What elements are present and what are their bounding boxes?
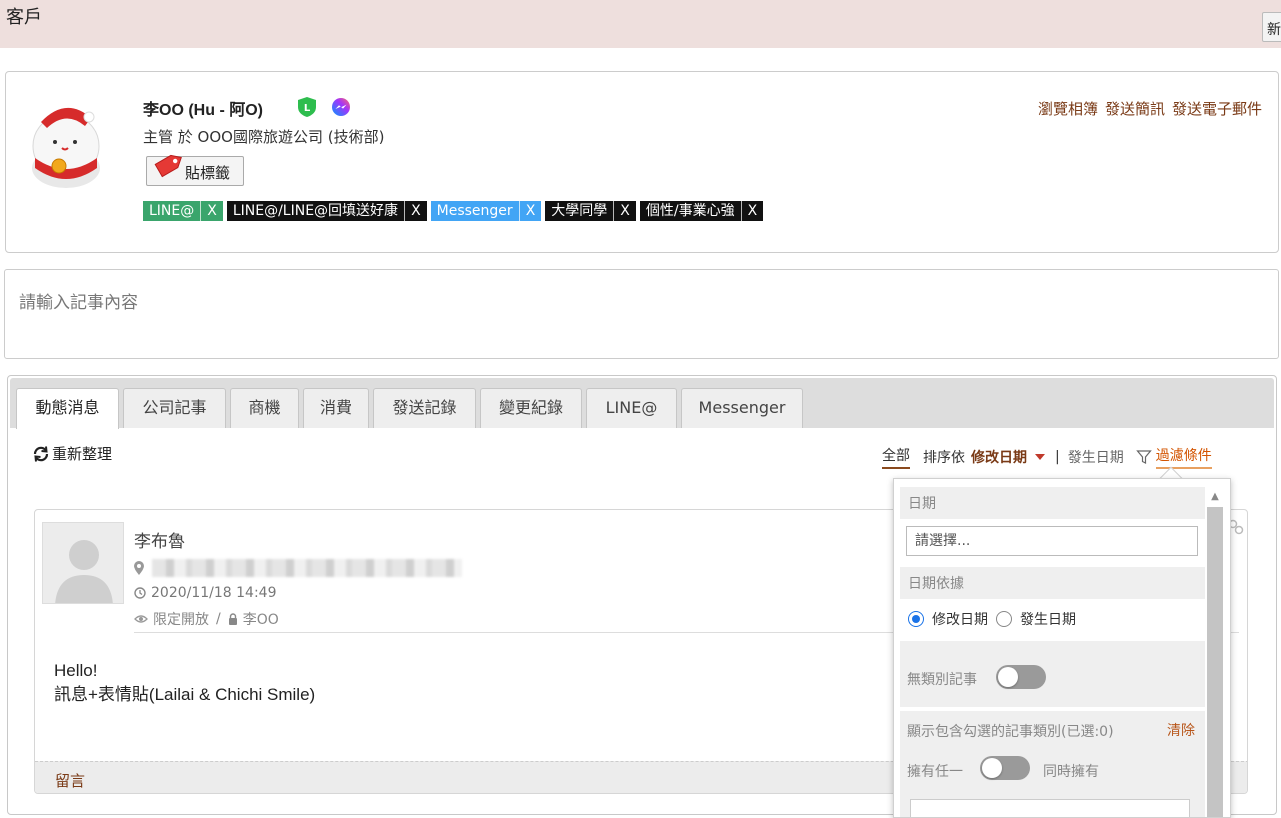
refresh-icon	[33, 445, 49, 462]
tag-chip: LINE@ X	[143, 201, 223, 221]
date-basis-options: 修改日期 發生日期	[908, 609, 1076, 629]
tag-chip: Messenger X	[430, 201, 542, 221]
category-section: 顯示包含勾選的記事類別(已選:0) 清除 擁有任一 同時擁有	[900, 711, 1205, 817]
clear-categories-link[interactable]: 清除	[1167, 720, 1195, 740]
browse-album-link[interactable]: 瀏覽相簿	[1038, 100, 1098, 118]
match-all-label: 同時擁有	[1043, 764, 1099, 780]
tab-line[interactable]: LINE@	[586, 388, 677, 428]
add-tag-button[interactable]: 貼標籤	[146, 154, 244, 186]
sort-bar: 全部 排序依 修改日期 | 發生日期 過濾條件	[882, 445, 1212, 469]
tag-chip-label: Messenger	[436, 203, 513, 219]
caret-down-icon[interactable]	[1035, 454, 1045, 460]
refresh-label: 重新整理	[52, 445, 113, 463]
svg-text:L: L	[304, 103, 311, 114]
date-label: 日期	[908, 496, 936, 512]
radio-occurred-date[interactable]	[996, 611, 1012, 627]
remove-tag-button[interactable]: X	[404, 201, 427, 221]
profile-actions: 瀏覽相簿 發送簡訊 發送電子郵件	[1031, 98, 1262, 119]
customer-name: 李OO (Hu - 阿O)	[143, 102, 263, 119]
tab-purchases[interactable]: 消費	[303, 388, 369, 428]
send-sms-link[interactable]: 發送簡訊	[1105, 100, 1165, 118]
remove-tag-button[interactable]: X	[740, 201, 764, 221]
post-body: Hello! 訊息+表情貼(Lailai & Chichi Smile)	[54, 659, 315, 707]
filter-panel-scrollbar[interactable]	[1207, 507, 1223, 817]
tag-chip-label: 大學同學	[551, 203, 608, 219]
note-input[interactable]	[5, 270, 1278, 358]
tab-send-records[interactable]: 發送記錄	[373, 388, 476, 428]
radio-modified-label: 修改日期	[932, 612, 988, 628]
location-pin-icon	[134, 561, 144, 575]
tag-chip-label: LINE@	[149, 203, 195, 219]
top-bar	[0, 0, 1281, 48]
filter-funnel-icon[interactable]	[1135, 449, 1152, 465]
profile-card: 李OO (Hu - 阿O) L 主管 於 OOO國際旅遊公司 (技術部) 貼標籤…	[5, 71, 1279, 253]
sort-separator: |	[1055, 449, 1060, 465]
line-shield-icon[interactable]: L	[297, 96, 317, 118]
post-author-name: 李布魯	[134, 532, 185, 552]
lock-icon	[228, 613, 237, 625]
no-category-label: 無類別記事	[907, 672, 977, 688]
price-tag-icon	[154, 154, 182, 178]
blurred-location-text	[152, 559, 462, 577]
date-select-input[interactable]	[906, 526, 1198, 556]
tag-chip: 大學同學 X	[545, 201, 636, 221]
tab-news[interactable]: 動態消息	[16, 388, 119, 429]
radio-modified-date[interactable]	[908, 611, 924, 627]
post-body-line: Hello!	[54, 661, 98, 680]
radio-occurred-label: 發生日期	[1020, 612, 1076, 628]
tab-opportunities[interactable]: 商機	[230, 388, 299, 428]
date-basis-label: 日期依據	[908, 576, 964, 592]
post-author-avatar	[42, 522, 124, 604]
eye-icon	[134, 615, 148, 623]
no-category-section: 無類別記事	[900, 641, 1205, 707]
post-time-text: 2020/11/18 14:49	[151, 585, 277, 601]
match-mode-toggle[interactable]	[980, 756, 1030, 780]
tag-chips: LINE@ X LINE@/LINE@回填送好康 X Messenger X 大學同學…	[143, 201, 764, 221]
post-timestamp: 2020/11/18 14:49	[134, 585, 277, 601]
post-visibility: 限定開放 / 李OO	[134, 609, 279, 629]
tab-change-log[interactable]: 變更紀錄	[480, 388, 582, 428]
date-section-header: 日期	[900, 487, 1205, 519]
category-label: 顯示包含勾選的記事類別(已選:0)	[907, 724, 1114, 740]
remove-tag-button[interactable]: X	[200, 201, 223, 221]
new-button[interactable]: 新	[1262, 12, 1281, 42]
tag-chip: LINE@/LINE@回填送好康 X	[226, 201, 427, 221]
match-any-label: 擁有任一	[907, 764, 963, 780]
add-tag-label: 貼標籤	[185, 164, 231, 182]
post-body-line: 訊息+表情貼(Lailai & Chichi Smile)	[54, 685, 316, 704]
tag-chip-label: 個性/事業心強	[645, 203, 735, 219]
remove-tag-button[interactable]: X	[518, 201, 542, 221]
comment-link[interactable]: 留言	[55, 770, 85, 791]
send-email-link[interactable]: 發送電子郵件	[1172, 100, 1262, 118]
visibility-owner: 李OO	[242, 612, 279, 628]
tab-strip: 動態消息 公司記事 商機 消費 發送記錄 變更紀錄 LINE@ Messenge…	[10, 378, 1274, 429]
date-basis-header: 日期依據	[900, 567, 1205, 599]
scroll-up-icon[interactable]: ▲	[1207, 487, 1223, 507]
tag-chip: 個性/事業心強 X	[639, 201, 764, 221]
sort-modified-link[interactable]: 修改日期	[971, 447, 1027, 467]
tab-messenger[interactable]: Messenger	[681, 388, 803, 428]
filter-conditions-link[interactable]: 過濾條件	[1155, 445, 1212, 469]
customer-avatar	[32, 107, 100, 188]
messenger-icon[interactable]	[331, 97, 351, 117]
clock-icon	[134, 587, 146, 599]
person-silhouette-icon	[55, 540, 113, 603]
filter-panel: 日期 日期依據 修改日期 發生日期 無類別記事 顯示包含勾選的記事類別(已選:0…	[893, 478, 1231, 818]
visibility-text: 限定開放	[153, 612, 209, 628]
visibility-separator: /	[216, 611, 221, 627]
no-category-toggle[interactable]	[996, 665, 1046, 689]
customer-title: 主管 於 OOO國際旅遊公司 (技術部)	[143, 128, 385, 146]
post-location	[134, 559, 462, 577]
sort-by-label: 排序依	[923, 450, 965, 466]
category-select[interactable]	[910, 799, 1190, 817]
sort-occurred-link[interactable]: 發生日期	[1068, 447, 1124, 467]
note-box	[4, 269, 1279, 359]
refresh-button[interactable]: 重新整理	[32, 443, 112, 464]
tab-company-notes[interactable]: 公司記事	[123, 388, 226, 428]
tag-chip-label: LINE@/LINE@回填送好康	[232, 203, 399, 219]
filter-all-link[interactable]: 全部	[882, 445, 910, 469]
page-title: 客戶	[6, 7, 42, 28]
remove-tag-button[interactable]: X	[613, 201, 636, 221]
